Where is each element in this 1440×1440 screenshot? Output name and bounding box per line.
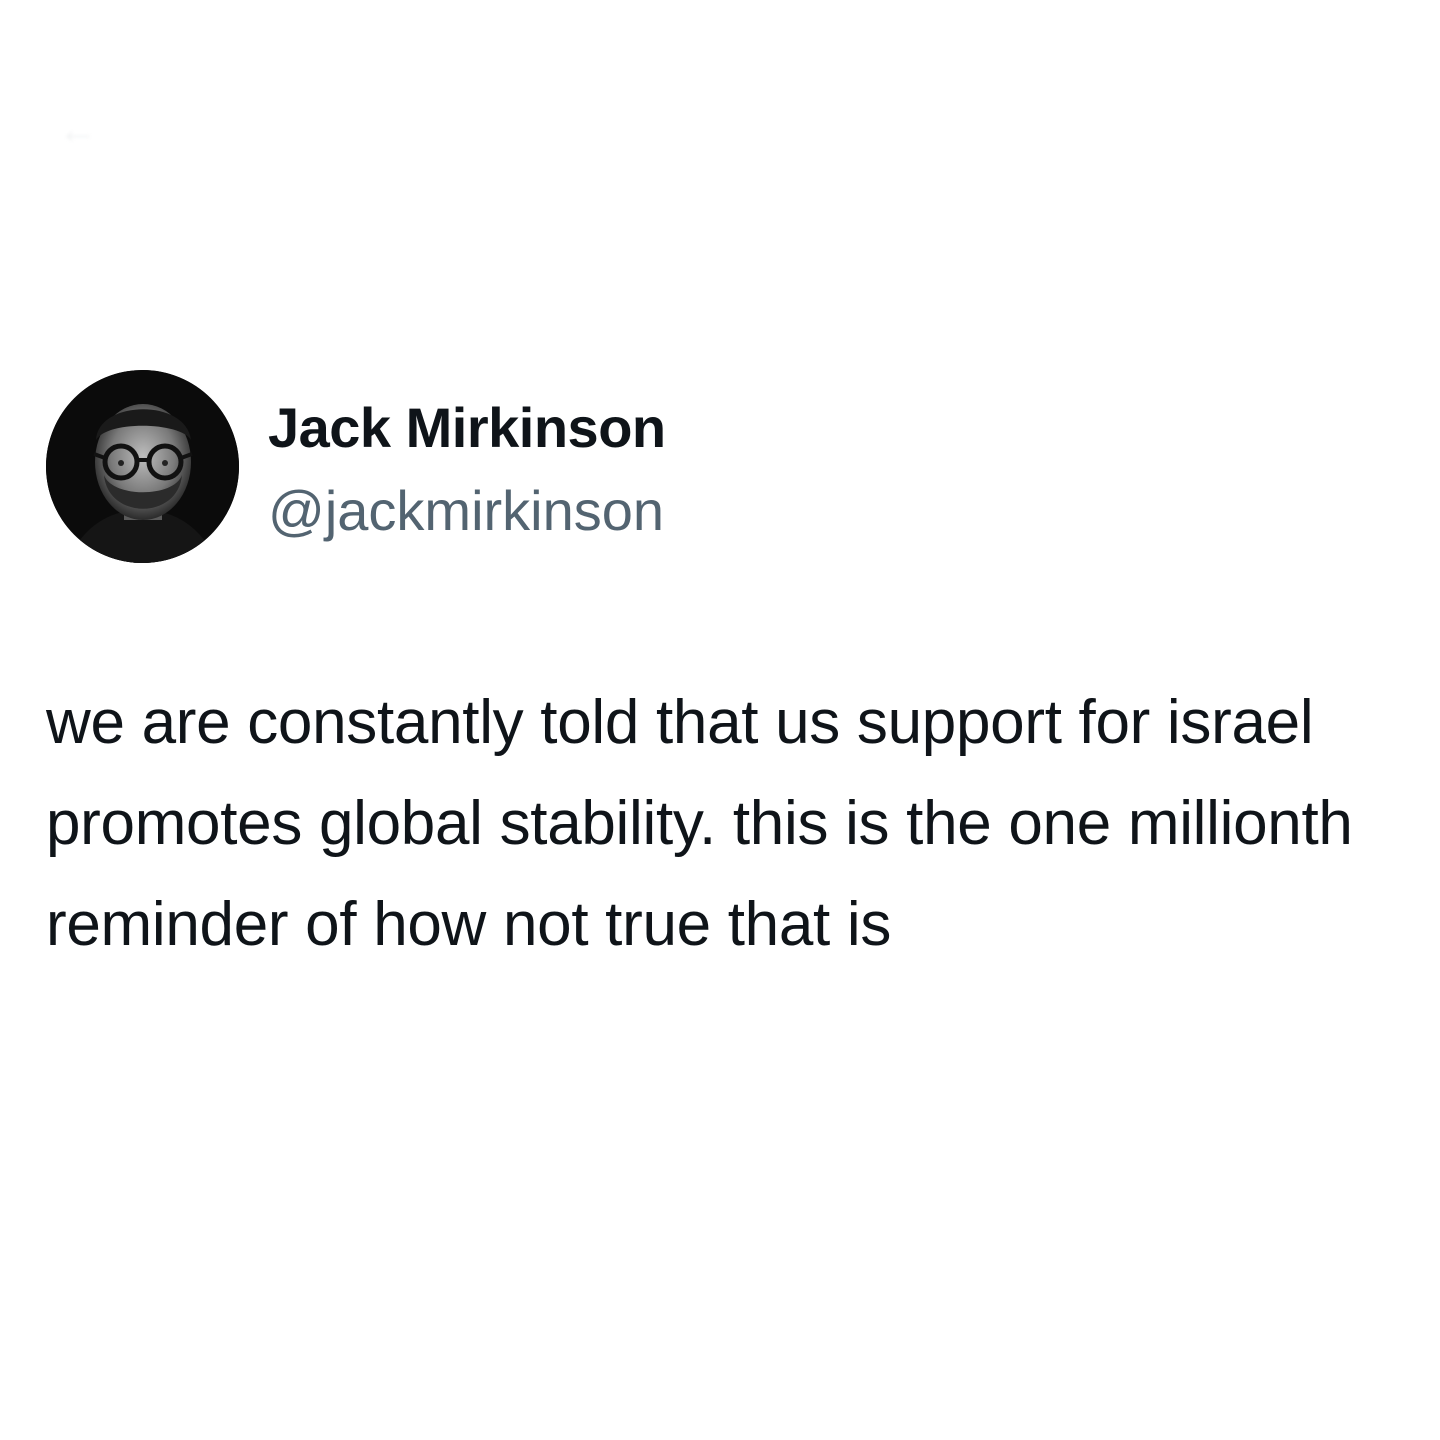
username-handle[interactable]: @jackmirkinson xyxy=(268,478,664,543)
tweet-text: we are constantly told that us support f… xyxy=(46,688,1353,959)
avatar[interactable] xyxy=(46,370,239,563)
back-arrow-icon[interactable]: ← xyxy=(58,108,98,153)
display-name[interactable]: Jack Mirkinson xyxy=(268,395,666,460)
profile-photo-icon xyxy=(46,370,239,563)
tweet-screenshot: ← Jack Mirkinson @jackmirkinson we are c… xyxy=(0,0,1440,1440)
